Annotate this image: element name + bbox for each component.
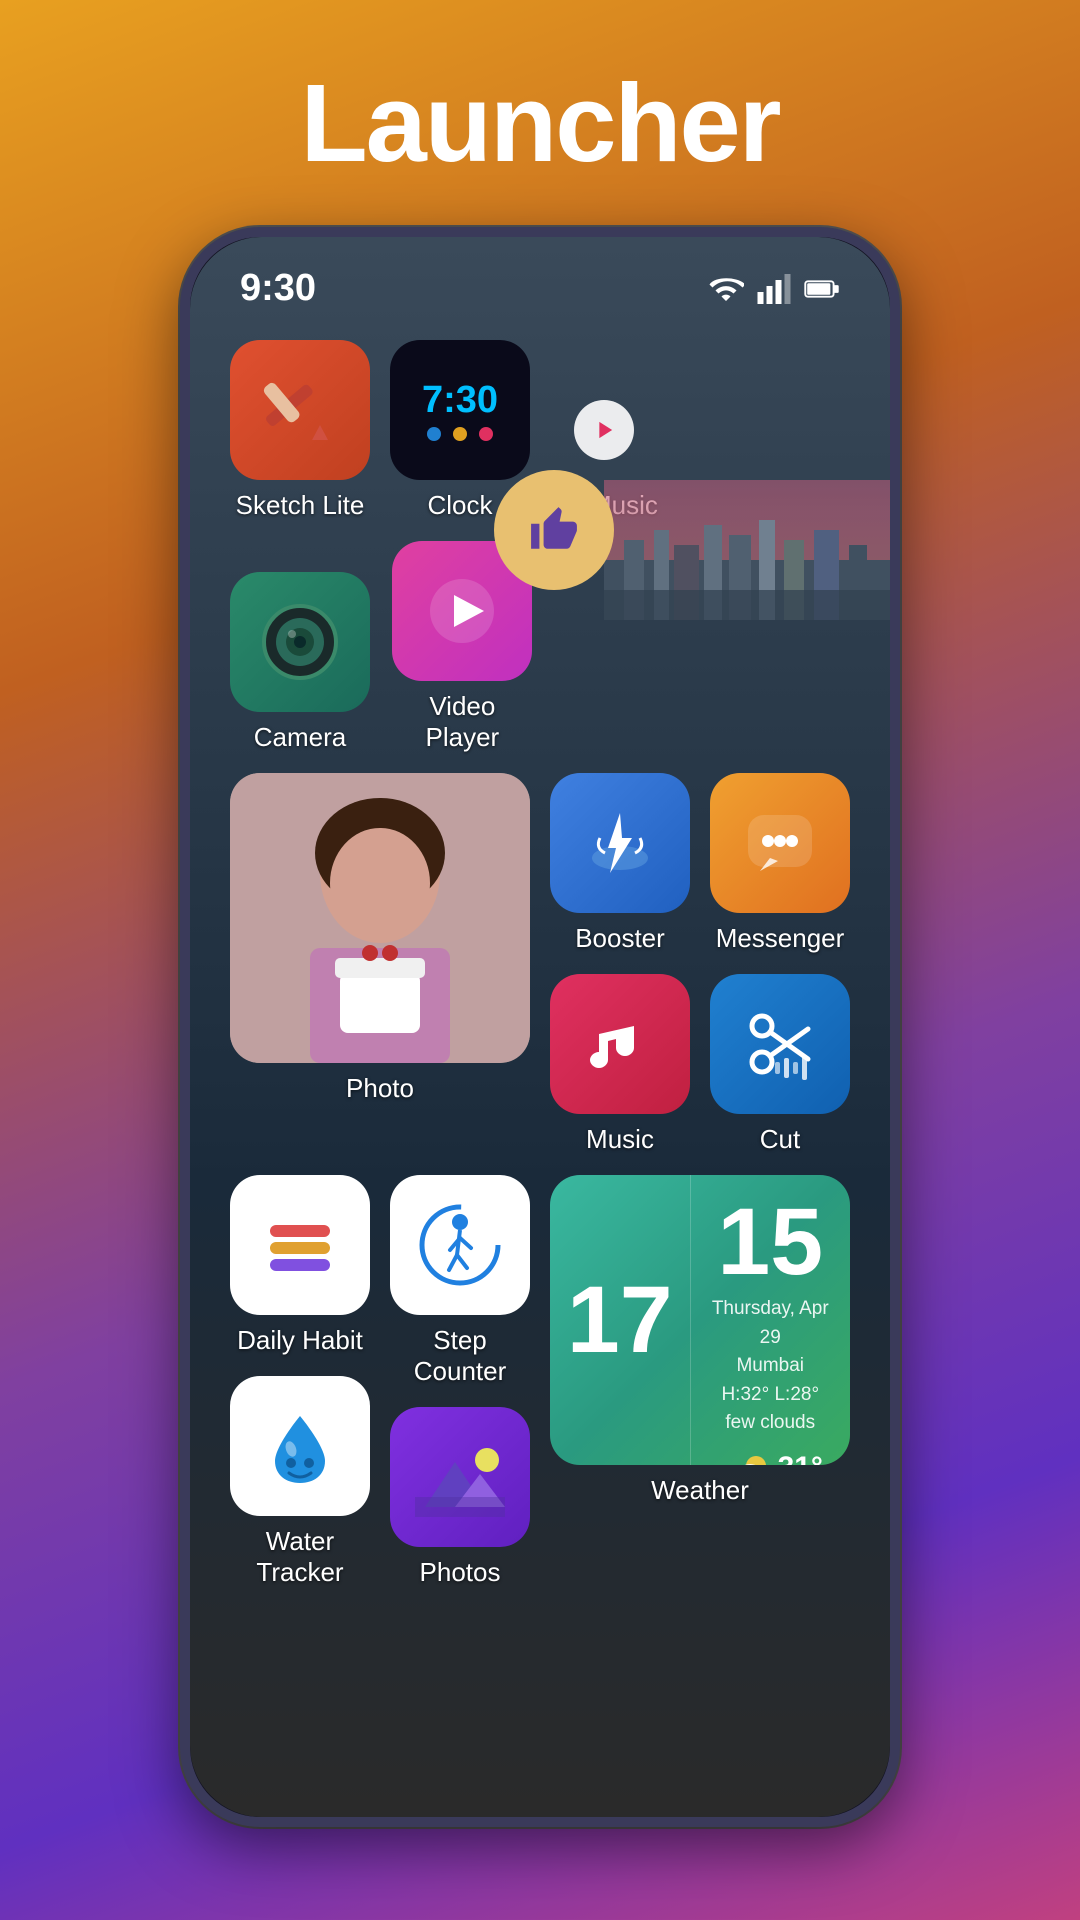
camera-label: Camera	[254, 722, 346, 753]
app-column-mid: Booster Music	[550, 773, 690, 1155]
wifi-icon	[708, 271, 744, 307]
app-item-water-tracker[interactable]: Water Tracker	[230, 1376, 370, 1588]
app-item-cut[interactable]: Cut	[710, 974, 850, 1155]
app-item-booster[interactable]: Booster	[550, 773, 690, 954]
booster-icon	[550, 773, 690, 913]
cut-icon	[710, 974, 850, 1114]
status-icons	[708, 271, 840, 307]
clock-dots	[422, 427, 498, 441]
page-title: Launcher	[300, 60, 779, 187]
app-item-photo[interactable]: Photo	[230, 773, 530, 1155]
water-tracker-icon	[230, 1376, 370, 1516]
phone-screen: 9:30	[190, 237, 890, 1817]
app-row-4: Daily Habit	[230, 1175, 850, 1588]
clock-dot-1	[427, 427, 441, 441]
app-row-3: Photo	[230, 773, 850, 1155]
weather-label: Weather	[651, 1475, 749, 1506]
photo-widget	[230, 773, 530, 1063]
cut-label: Cut	[760, 1124, 800, 1155]
app-item-camera[interactable]: Camera	[230, 572, 370, 753]
messenger-label: Messenger	[716, 923, 845, 954]
camera-app-icon	[230, 572, 370, 712]
weather-current: 31°	[778, 1451, 823, 1466]
app-row-1: Sketch Lite 7:30	[230, 340, 850, 521]
photos-label: Photos	[420, 1557, 501, 1588]
messenger-icon	[710, 773, 850, 913]
clock-icon: 7:30	[390, 340, 530, 480]
signal-icon	[756, 271, 792, 307]
sketch-lite-label: Sketch Lite	[236, 490, 365, 521]
daily-habit-icon	[230, 1175, 370, 1315]
app-item-sketch-lite[interactable]: Sketch Lite	[230, 340, 370, 521]
app-column-daily: Daily Habit	[230, 1175, 370, 1588]
app-item-yt-music[interactable]: YT Music	[550, 480, 658, 521]
weather-temp1: 17	[567, 1266, 673, 1375]
weather-widget: 17 15 Thursday, Apr 29 Mumbai H:32° L:28…	[550, 1175, 850, 1465]
clock-dot-3	[479, 427, 493, 441]
app-item-step-counter[interactable]: Step Counter	[390, 1175, 530, 1387]
step-counter-label: Step Counter	[390, 1325, 530, 1387]
sketch-lite-icon	[230, 340, 370, 480]
clock-label: Clock	[427, 490, 492, 521]
app-item-messenger[interactable]: Messenger	[710, 773, 850, 954]
app-item-daily-habit[interactable]: Daily Habit	[230, 1175, 370, 1356]
music-label: Music	[586, 1124, 654, 1155]
music-icon	[550, 974, 690, 1114]
video-player-label: Video Player	[390, 691, 535, 753]
photos-icon	[390, 1407, 530, 1547]
water-tracker-label: Water Tracker	[230, 1526, 370, 1588]
step-counter-icon	[390, 1175, 530, 1315]
status-time: 9:30	[240, 267, 316, 310]
app-column-step: Step Counter	[390, 1175, 530, 1588]
status-bar: 9:30	[190, 237, 890, 320]
app-grid: Sketch Lite 7:30	[190, 320, 890, 1608]
app-item-music[interactable]: Music	[550, 974, 690, 1155]
clock-dot-2	[453, 427, 467, 441]
weather-day: Thursday, Apr 29	[701, 1295, 841, 1352]
app-column-right: Messenger	[710, 773, 850, 1155]
clock-time-display: 7:30	[422, 379, 498, 422]
phone-frame: 9:30	[180, 227, 900, 1827]
weather-condition: few clouds	[701, 1409, 841, 1438]
weather-highlow: H:32° L:28°	[701, 1381, 841, 1410]
app-item-weather[interactable]: 17 15 Thursday, Apr 29 Mumbai H:32° L:28…	[550, 1175, 850, 1588]
weather-temp2: 15	[717, 1195, 823, 1290]
weather-city: Mumbai	[701, 1352, 841, 1381]
daily-habit-label: Daily Habit	[237, 1325, 363, 1356]
yt-thumbup-circle	[494, 470, 614, 590]
phone-wrapper: 9:30	[180, 227, 900, 1827]
app-item-photos[interactable]: Photos	[390, 1407, 530, 1588]
yt-play-button[interactable]	[574, 400, 634, 460]
booster-label: Booster	[575, 923, 665, 954]
photo-label: Photo	[346, 1073, 414, 1104]
battery-icon	[804, 271, 840, 307]
